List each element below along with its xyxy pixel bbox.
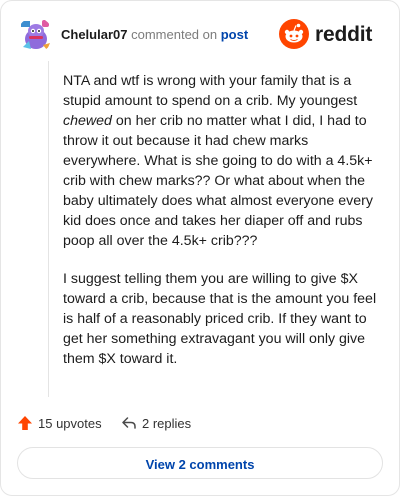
comment-card: Chelular07 commented on post reddit NTA … xyxy=(0,0,400,496)
reply-icon xyxy=(122,417,136,429)
comment-paragraph-2: I suggest telling them you are willing t… xyxy=(63,271,377,367)
upvote-arrow-icon xyxy=(18,416,32,430)
comment-meta: Chelular07 commented on post xyxy=(61,27,248,43)
paragraph-1-text-b: on her crib no matter what I did, I had … xyxy=(63,113,373,249)
reddit-logo-icon xyxy=(279,19,309,49)
reddit-wordmark: reddit xyxy=(315,23,373,46)
comment-header: Chelular07 commented on post reddit xyxy=(17,17,383,53)
comment-actions: 15 upvotes 2 replies xyxy=(17,411,385,435)
avatar[interactable] xyxy=(17,17,53,53)
thread-line xyxy=(48,61,49,397)
view-comments-button[interactable]: View 2 comments xyxy=(17,447,383,479)
action-text: commented on xyxy=(131,27,218,42)
comment-body: NTA and wtf is wrong with your family th… xyxy=(63,71,385,387)
paragraph-1-emphasis: chewed xyxy=(63,113,112,129)
comment-paragraph-1: NTA and wtf is wrong with your family th… xyxy=(63,71,385,251)
author-name[interactable]: Chelular07 xyxy=(61,27,127,42)
upvote-count: 15 upvotes xyxy=(38,416,102,431)
paragraph-1-text-a: NTA and wtf is wrong with your family th… xyxy=(63,73,358,109)
reddit-brand[interactable]: reddit xyxy=(279,19,383,49)
replies-button[interactable]: 2 replies xyxy=(121,411,211,435)
upvote-button[interactable]: 15 upvotes xyxy=(17,411,107,435)
reply-count: 2 replies xyxy=(142,416,192,431)
post-link[interactable]: post xyxy=(221,27,248,42)
